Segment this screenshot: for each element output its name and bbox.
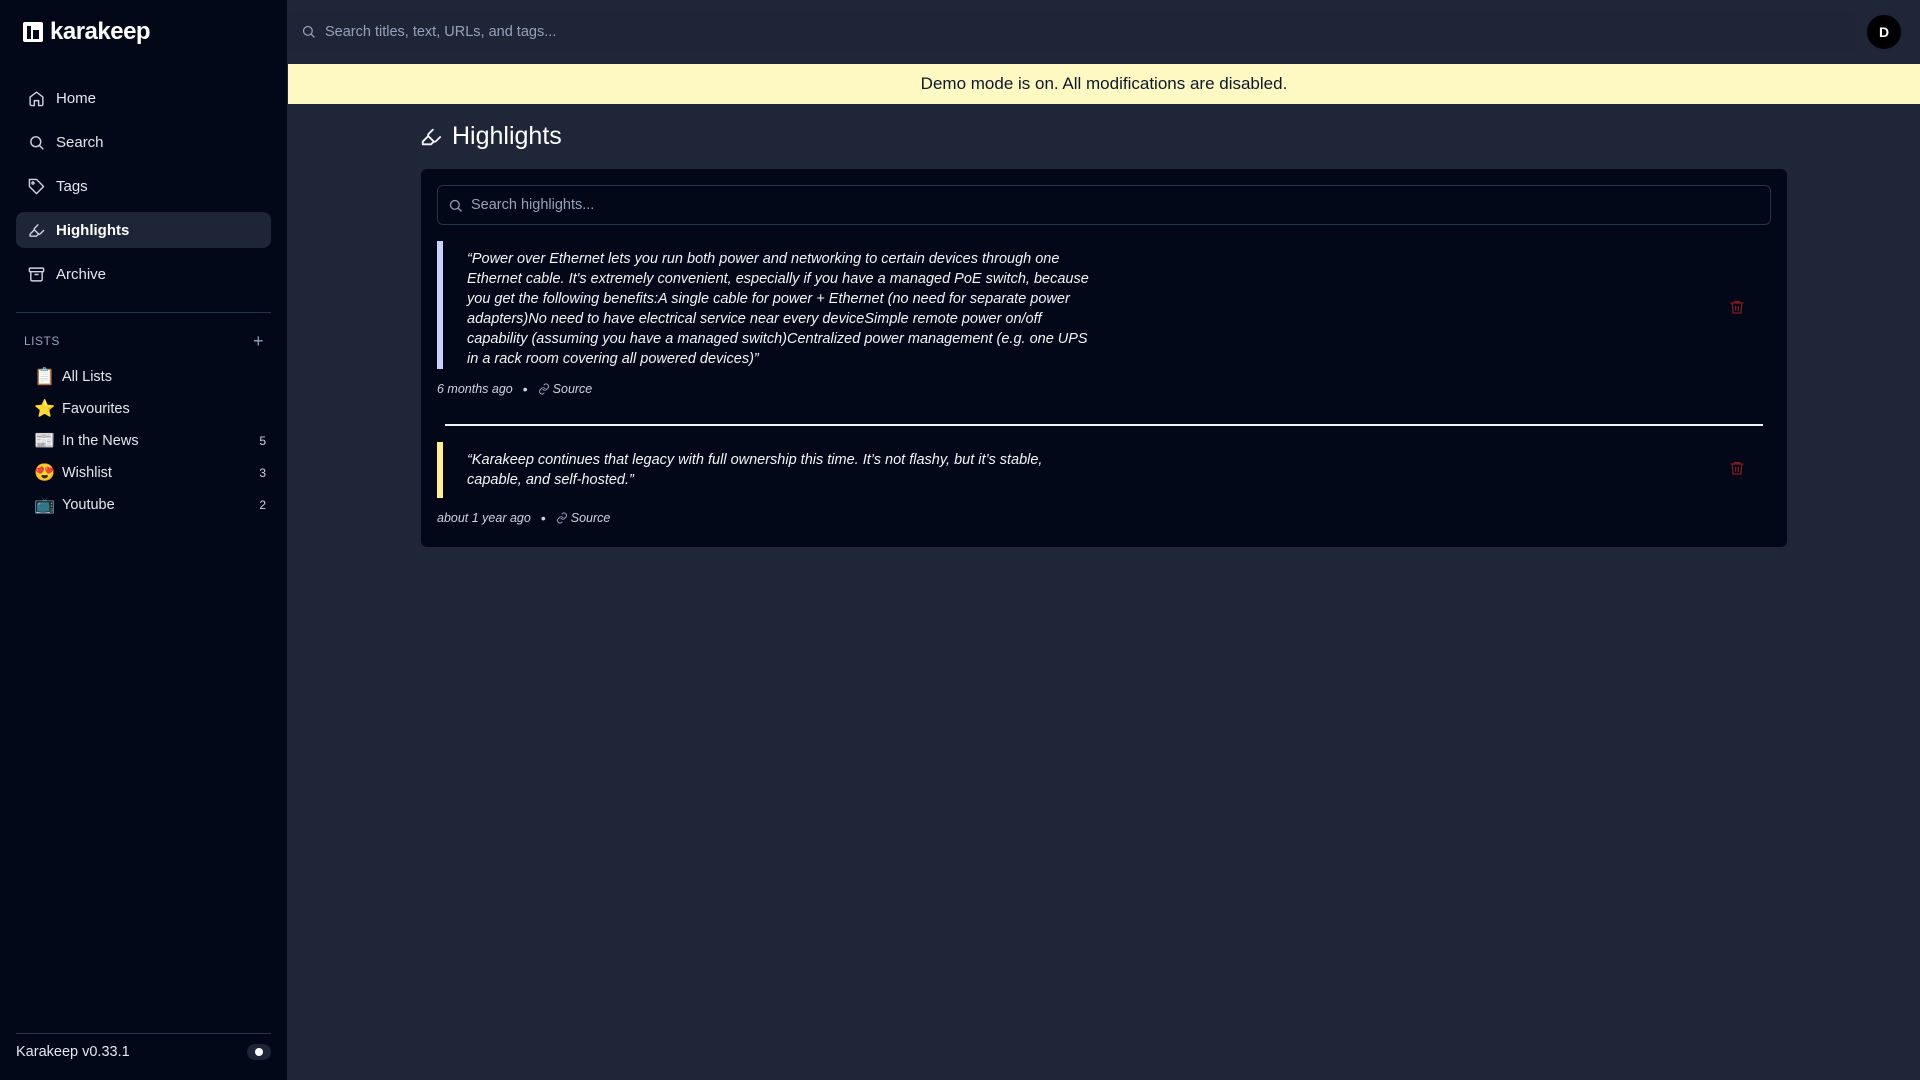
highlight-separator [445, 424, 1763, 426]
sidebar-item-label: Archive [56, 265, 107, 283]
list-count: 5 [259, 434, 266, 448]
app-logo[interactable]: karakeep [22, 18, 151, 46]
highlight-text: “Power over Ethernet lets you run both p… [467, 251, 1089, 367]
list-label: All Lists [62, 369, 112, 385]
source-link[interactable]: Source [538, 382, 593, 396]
sidebar: karakeep Home Search Tags Highlights Arc… [0, 0, 287, 1080]
list-item-wishlist[interactable]: 😍 Wishlist 3 [34, 457, 266, 489]
highlight-meta: 6 months ago • Source [437, 381, 1771, 397]
list-item-youtube[interactable]: 📺 Youtube 2 [34, 489, 266, 521]
delete-highlight-button[interactable] [1729, 460, 1747, 478]
highlights-search-input[interactable] [471, 197, 1770, 213]
sidebar-item-label: Home [56, 89, 97, 107]
highlight-item: “Karakeep continues that legacy with ful… [437, 442, 1771, 526]
highlight-body: “Karakeep continues that legacy with ful… [437, 442, 1771, 498]
highlight-time: 6 months ago [437, 382, 513, 396]
trash-icon [1730, 462, 1744, 475]
app-name: karakeep [50, 18, 151, 45]
search-icon [449, 199, 462, 212]
karakeep-logo-icon [23, 22, 43, 42]
sidebar-divider [16, 312, 271, 313]
list-label: Wishlist [62, 465, 112, 481]
star-icon: ⭐ [34, 399, 56, 418]
highlights-search [437, 185, 1771, 225]
clipboard-icon: 📋 [34, 367, 56, 386]
sidebar-item-search[interactable]: Search [16, 124, 271, 160]
page-header: Highlights [420, 122, 562, 151]
list-item-favourites[interactable]: ⭐ Favourites [34, 393, 266, 425]
list-item-all-lists[interactable]: 📋 All Lists [34, 361, 266, 393]
tv-icon: 📺 [34, 495, 56, 514]
highlights-card: “Power over Ethernet lets you run both p… [421, 169, 1787, 547]
heart-eyes-icon: 😍 [34, 463, 56, 482]
sidebar-nav: Home Search Tags Highlights Archive [16, 80, 271, 300]
lists-title: LISTS [24, 334, 60, 348]
app-version: Karakeep v0.33.1 [16, 1044, 130, 1060]
highlight-item: “Power over Ethernet lets you run both p… [437, 241, 1771, 397]
highlight-color-bar [437, 241, 443, 369]
highlight-time: about 1 year ago [437, 511, 531, 525]
list-item-in-the-news[interactable]: 📰 In the News 5 [34, 425, 266, 457]
meta-separator: • [522, 381, 528, 397]
archive-icon [28, 266, 45, 282]
meta-separator: • [540, 510, 546, 526]
sidebar-item-home[interactable]: Home [16, 80, 271, 116]
lists: 📋 All Lists ⭐ Favourites 📰 In the News 5… [34, 361, 266, 521]
source-link[interactable]: Source [556, 511, 611, 525]
footer-divider [16, 1033, 271, 1034]
toggle-knob [255, 1048, 263, 1056]
highlight-body: “Power over Ethernet lets you run both p… [437, 241, 1771, 369]
trash-icon [1730, 301, 1744, 314]
home-icon [29, 90, 44, 106]
add-list-button[interactable]: + [253, 332, 264, 350]
source-label: Source [570, 511, 611, 525]
list-count: 3 [259, 466, 266, 480]
highlighter-icon [29, 223, 45, 237]
sidebar-footer: Karakeep v0.33.1 [16, 1044, 271, 1060]
list-count: 2 [259, 498, 266, 512]
sidebar-item-archive[interactable]: Archive [16, 256, 271, 292]
highlight-text: “Karakeep continues that legacy with ful… [467, 452, 1043, 488]
sidebar-item-label: Search [56, 133, 104, 151]
source-label: Source [552, 382, 593, 396]
list-label: Youtube [62, 497, 115, 513]
highlighter-icon [421, 128, 442, 145]
list-label: In the News [62, 433, 139, 449]
theme-toggle[interactable] [247, 1044, 271, 1060]
global-search [288, 11, 1856, 52]
search-icon [302, 25, 315, 38]
link-icon [538, 383, 549, 395]
highlight-color-bar [437, 442, 443, 498]
list-label: Favourites [62, 401, 130, 417]
sidebar-item-label: Tags [56, 177, 88, 195]
tag-icon [28, 178, 45, 194]
sidebar-item-tags[interactable]: Tags [16, 168, 271, 204]
delete-highlight-button[interactable] [1729, 299, 1747, 317]
sidebar-item-highlights[interactable]: Highlights [16, 212, 271, 248]
highlight-meta: about 1 year ago • Source [437, 510, 1771, 526]
global-search-input[interactable] [325, 23, 1856, 40]
demo-banner: Demo mode is on. All modifications are d… [288, 64, 1920, 104]
search-icon [30, 135, 44, 150]
lists-header: LISTS + [24, 332, 264, 350]
page-title: Highlights [452, 122, 562, 150]
avatar[interactable]: D [1864, 12, 1904, 52]
link-icon [556, 512, 567, 524]
newspaper-icon: 📰 [34, 431, 56, 450]
sidebar-item-label: Highlights [56, 221, 130, 239]
